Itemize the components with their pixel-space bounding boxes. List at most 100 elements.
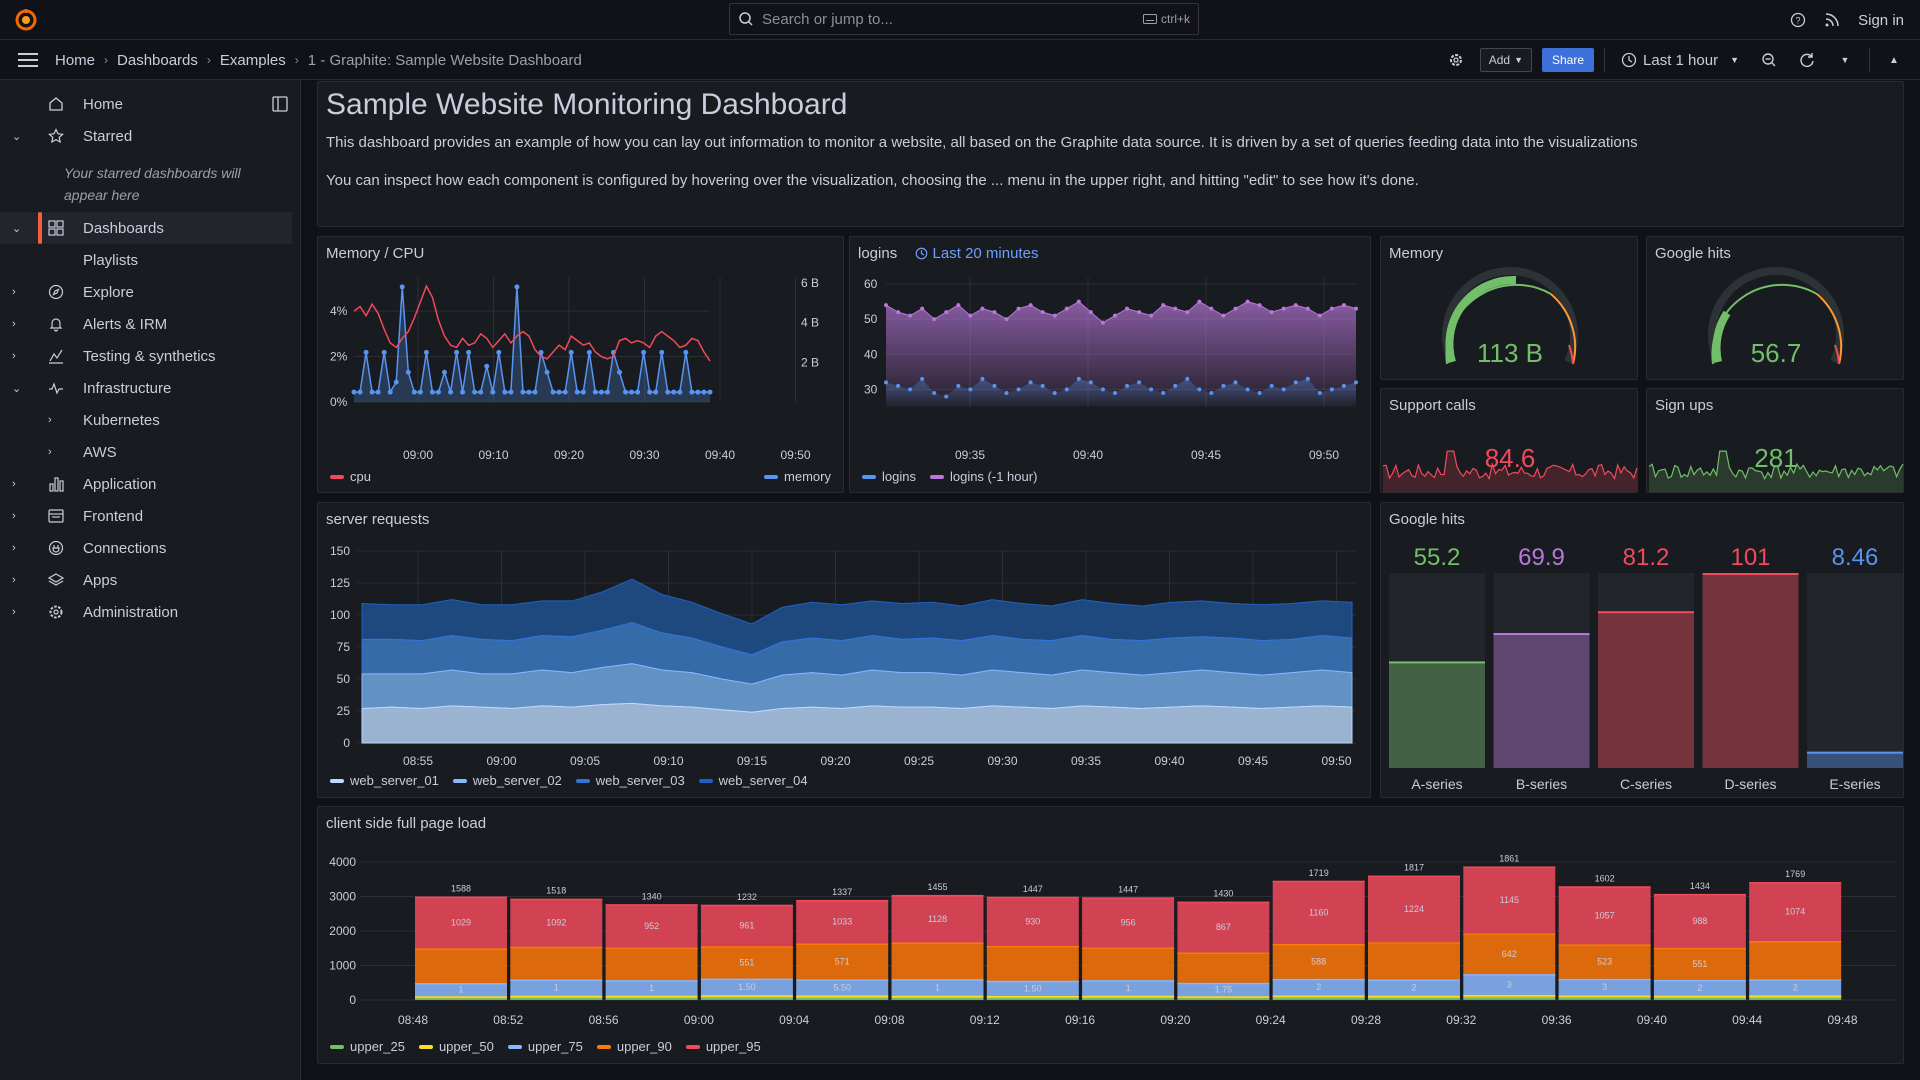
- collapse-button[interactable]: ▲: [1880, 46, 1908, 74]
- google-hits-bar-panel[interactable]: Google hits 55.2 A-series 69.9 B-series 81.2…: [1380, 502, 1904, 798]
- legend-item[interactable]: upper_25: [330, 1039, 405, 1054]
- sidebar-item-dashboards[interactable]: ⌄ Dashboards: [0, 212, 292, 244]
- logins-point: [1233, 380, 1238, 385]
- chevron-right-icon[interactable]: ›: [12, 478, 26, 490]
- breadcrumb-examples[interactable]: Examples: [220, 52, 286, 69]
- legend-item[interactable]: upper_75: [507, 1039, 583, 1054]
- legend-item[interactable]: web_server_04: [698, 773, 808, 788]
- sidebar-item-playlists[interactable]: Playlists: [0, 244, 292, 276]
- logins-point: [1305, 376, 1310, 381]
- sidebar-item-application[interactable]: › Application: [0, 468, 292, 500]
- logins-point: [1052, 390, 1057, 395]
- sidebar-item-testing[interactable]: › Testing & synthetics: [0, 340, 292, 372]
- breadcrumb-dashboards[interactable]: Dashboards: [117, 52, 198, 69]
- logins-prev-point: [1269, 310, 1274, 315]
- sidebar-item-connections[interactable]: › Connections: [0, 532, 292, 564]
- memory-cpu-chart[interactable]: 0% 2% 4% 2 B 4 B 6 B 09:00 09:10 09:20 09:30 09:40…: [318, 237, 845, 494]
- chevron-up-icon: ▲: [1889, 54, 1899, 66]
- bar-segment-label: 930: [1025, 916, 1040, 926]
- bar-value-label: 69.9: [1518, 544, 1565, 571]
- sidebar-item-apps[interactable]: › Apps: [0, 564, 292, 596]
- bar-segment-edge: [1368, 875, 1460, 878]
- legend-item[interactable]: web_server_03: [575, 773, 685, 788]
- sign-ups-panel[interactable]: Sign ups 281: [1646, 388, 1904, 493]
- bar-total-label: 1817: [1404, 863, 1424, 873]
- logins-prev-point: [1185, 310, 1190, 315]
- server-requests-panel[interactable]: server requests 0 25 50 75 100 125 150 08:55 09:…: [317, 502, 1371, 798]
- page-load-panel[interactable]: client side full page load 0 1000 2000 3000…: [317, 806, 1904, 1064]
- memory-cpu-panel[interactable]: Memory / CPU 0% 2% 4% 2 B4 B6 B 09:00 09:10 09…: [317, 236, 844, 493]
- grafana-logo[interactable]: [14, 8, 38, 32]
- bar-segment-edge: [1749, 998, 1842, 1000]
- legend-item[interactable]: upper_95: [685, 1039, 761, 1054]
- help-icon[interactable]: ?: [1790, 12, 1806, 28]
- share-button[interactable]: Share: [1541, 48, 1595, 72]
- memory-point: [671, 389, 677, 395]
- chevron-right-icon[interactable]: ›: [12, 574, 26, 586]
- rss-icon[interactable]: [1824, 12, 1840, 28]
- add-button[interactable]: Add ▼: [1479, 48, 1532, 72]
- sidebar-item-aws[interactable]: › AWS: [0, 436, 292, 468]
- bar-segment-label: 1.75: [1215, 984, 1233, 994]
- chevron-right-icon[interactable]: ›: [12, 286, 26, 298]
- search-input[interactable]: Search or jump to... ctrl+k: [729, 3, 1199, 35]
- menu-icon[interactable]: [18, 52, 38, 68]
- logins-prev-point: [1076, 299, 1081, 304]
- legend-item[interactable]: logins (-1 hour): [929, 469, 1037, 484]
- bar-category-label: B-series: [1516, 776, 1567, 792]
- legend-item[interactable]: memory: [764, 469, 831, 484]
- settings-button[interactable]: [1442, 46, 1470, 74]
- chevron-right-icon[interactable]: ›: [48, 414, 62, 426]
- y-tick-label: 3000: [329, 890, 356, 904]
- google-hits-bar-gauge[interactable]: 55.2 A-series 69.9 B-series 81.2 C-series 101 D…: [1381, 503, 1905, 799]
- chevron-right-icon[interactable]: ›: [12, 510, 26, 522]
- bar-segment-edge: [891, 998, 984, 1000]
- chevron-right-icon[interactable]: ›: [12, 318, 26, 330]
- bar-segment-upper_90: [1082, 947, 1175, 981]
- sidebar-item-home[interactable]: Home: [0, 88, 292, 120]
- sidebar-item-kubernetes[interactable]: › Kubernetes: [0, 404, 292, 436]
- bell-icon: [49, 318, 63, 332]
- legend-item[interactable]: web_server_01: [330, 773, 439, 788]
- sidebar-item-starred[interactable]: ⌄ Starred: [0, 120, 292, 152]
- sidebar-item-infrastructure[interactable]: ⌄ Infrastructure: [0, 372, 292, 404]
- chevron-right-icon[interactable]: ›: [12, 606, 26, 618]
- zoom-out-button[interactable]: [1755, 46, 1783, 74]
- chevron-down-icon[interactable]: ⌄: [12, 130, 26, 143]
- logins-chart[interactable]: 30 40 50 60 09:35 09:40 09:45 09:50: [850, 237, 1372, 494]
- logins-prev-point: [1016, 306, 1021, 311]
- legend-item[interactable]: web_server_02: [452, 773, 562, 788]
- legend-item[interactable]: upper_90: [596, 1039, 672, 1054]
- chevron-right-icon[interactable]: ›: [12, 542, 26, 554]
- x-tick-label: 09:25: [904, 754, 934, 768]
- sidebar-item-label: Alerts & IRM: [83, 315, 168, 333]
- divider: [1604, 48, 1606, 72]
- sidebar-item-administration[interactable]: › Administration: [0, 596, 292, 628]
- sign-in-link[interactable]: Sign in: [1858, 12, 1904, 29]
- breadcrumb-home[interactable]: Home: [55, 52, 95, 69]
- memory-point: [417, 389, 423, 395]
- legend-item[interactable]: logins: [862, 469, 916, 484]
- chevron-right-icon[interactable]: ›: [48, 446, 62, 458]
- chevron-right-icon[interactable]: ›: [12, 350, 26, 362]
- legend-item[interactable]: cpu: [330, 469, 371, 484]
- logins-prev-point: [1137, 310, 1142, 315]
- legend-label: upper_50: [438, 1039, 494, 1054]
- refresh-button[interactable]: [1793, 46, 1821, 74]
- sidebar-item-explore[interactable]: › Explore: [0, 276, 292, 308]
- x-tick-label: 09:12: [970, 1013, 1000, 1027]
- sidebar-item-frontend[interactable]: › Frontend: [0, 500, 292, 532]
- memory-gauge-panel[interactable]: Memory 113 B: [1380, 236, 1638, 380]
- google-hits-gauge-panel[interactable]: Google hits 56.7: [1646, 236, 1904, 380]
- support-calls-panel[interactable]: Support calls 84.6: [1380, 388, 1638, 493]
- logins-prev-point: [1221, 313, 1226, 318]
- server-requests-chart[interactable]: 0 25 50 75 100 125 150 08:55 09:00 09:05 09:10 09:1…: [318, 503, 1372, 799]
- legend-item[interactable]: upper_50: [418, 1039, 494, 1054]
- chevron-down-icon[interactable]: ⌄: [12, 382, 26, 395]
- logins-panel[interactable]: logins Last 20 minutes 30 40 50 60 09:35 09:4…: [849, 236, 1371, 493]
- refresh-interval-button[interactable]: ▼: [1831, 46, 1859, 74]
- sidebar-item-alerts[interactable]: › Alerts & IRM: [0, 308, 292, 340]
- chevron-down-icon[interactable]: ⌄: [12, 222, 26, 235]
- time-range-picker[interactable]: Last 1 hour ▼: [1615, 52, 1745, 69]
- page-load-chart[interactable]: 0 1000 2000 3000 4000 08:48 08:52 08:56 09:00 09:…: [318, 807, 1905, 1065]
